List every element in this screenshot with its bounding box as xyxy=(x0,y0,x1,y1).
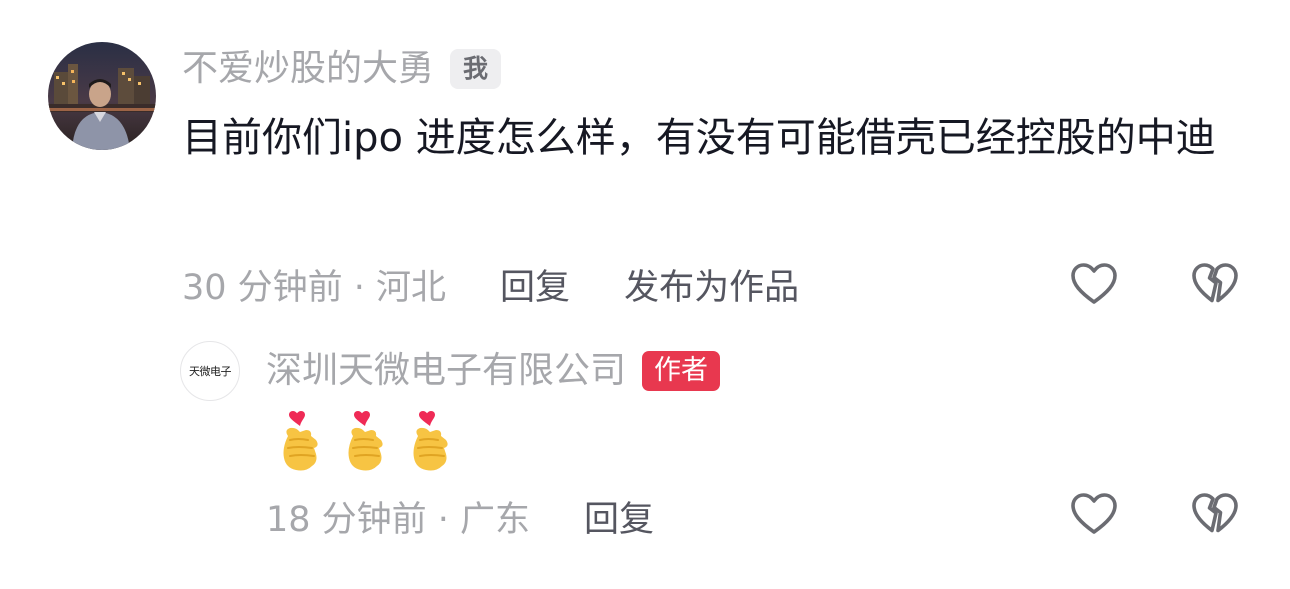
reply-time-location: 18 分钟前 · 广东 xyxy=(266,499,531,540)
avatar-photo xyxy=(48,42,156,150)
reply-like-button[interactable] xyxy=(1068,488,1120,540)
comment-meta: 30 分钟前 · 河北 回复 发布为作品 xyxy=(182,256,799,312)
reply-emojis xyxy=(276,408,471,474)
reply-button[interactable]: 回复 xyxy=(500,259,570,310)
author-avatar[interactable]: 天微电子 xyxy=(180,341,240,401)
commenter-avatar[interactable] xyxy=(48,42,156,150)
reply-header: 深圳天微电子有限公司 作者 xyxy=(266,346,721,396)
heart-outline-icon xyxy=(1071,263,1117,304)
comment-text: 目前你们ipo 进度怎么样，有没有可能借壳已经控股的中迪 xyxy=(182,115,1216,161)
author-avatar-text: 天微电子 xyxy=(189,365,232,378)
reply-reply-button[interactable]: 回复 xyxy=(584,491,654,542)
me-badge: 我 xyxy=(450,49,502,89)
broken-heart-icon xyxy=(1192,493,1238,533)
like-button[interactable] xyxy=(1068,258,1120,310)
reply-meta: 18 分钟前 · 广东 回复 xyxy=(266,488,654,544)
heart-outline-icon xyxy=(1071,493,1117,534)
comment-time-location: 30 分钟前 · 河北 xyxy=(182,267,447,308)
finger-heart-emoji xyxy=(283,411,318,471)
commenter-username[interactable]: 不爱炒股的大勇 xyxy=(182,44,434,94)
finger-heart-emoji xyxy=(413,411,448,471)
broken-heart-icon xyxy=(1192,263,1238,303)
reply-dislike-button[interactable] xyxy=(1189,488,1241,540)
author-username[interactable]: 深圳天微电子有限公司 xyxy=(266,346,626,396)
comment-header: 不爱炒股的大勇 我 xyxy=(182,44,502,94)
author-badge: 作者 xyxy=(642,351,721,391)
dislike-button[interactable] xyxy=(1189,258,1241,310)
finger-heart-emoji xyxy=(348,411,383,471)
publish-as-work-button[interactable]: 发布为作品 xyxy=(624,259,799,310)
